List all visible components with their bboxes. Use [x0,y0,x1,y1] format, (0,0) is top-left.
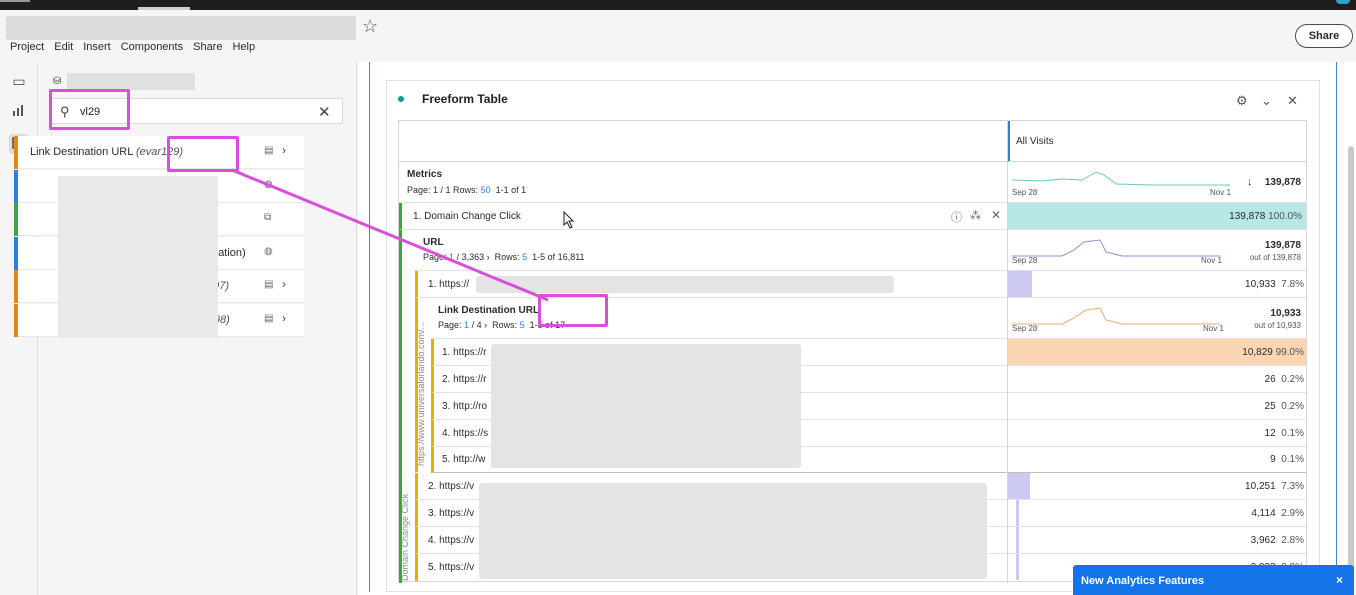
close-icon[interactable]: × [1336,573,1343,587]
notice-label: New Analytics Features [1081,575,1205,587]
new-features-notice[interactable]: New Analytics Features × [1073,565,1354,595]
mouse-cursor-icon [563,211,575,229]
annotation-connector [231,168,549,302]
